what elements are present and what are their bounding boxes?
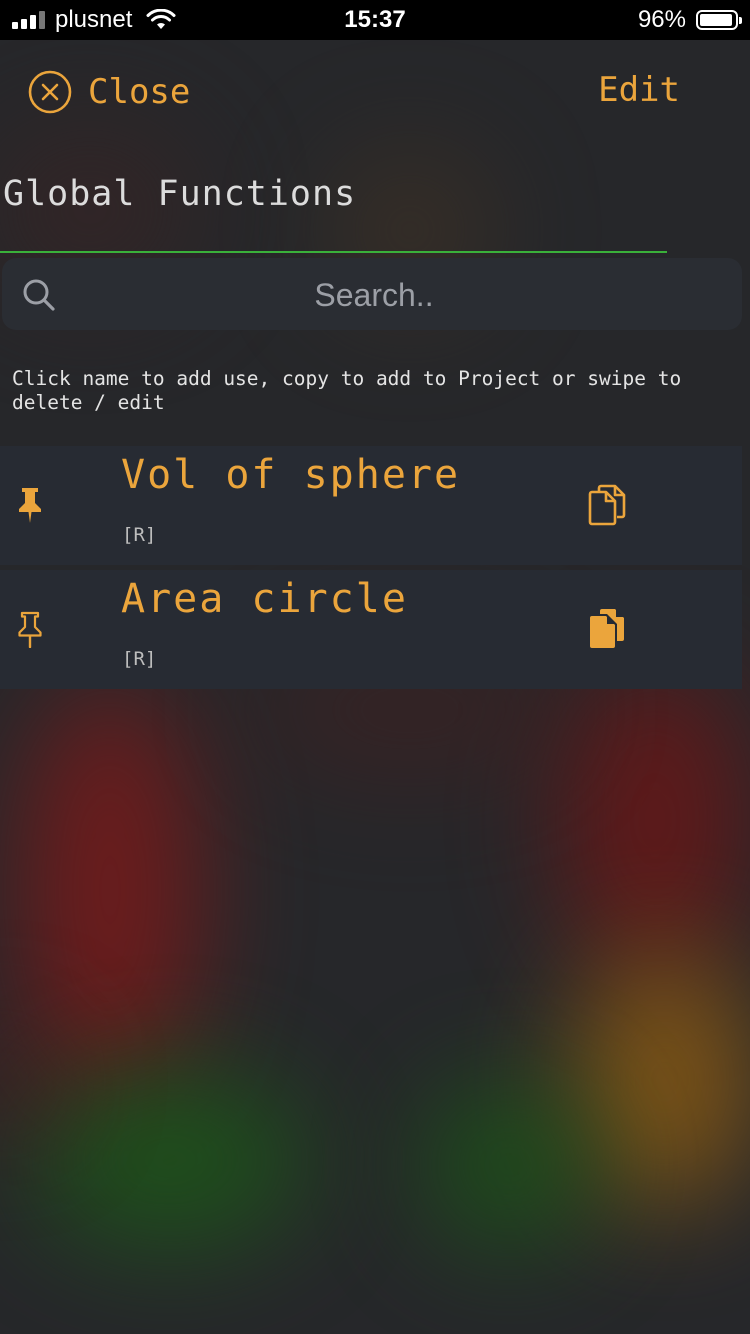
function-row[interactable]: Vol of sphere [R] <box>0 446 742 565</box>
search-input[interactable] <box>72 258 676 332</box>
function-list: Vol of sphere [R] Area circle [R] <box>0 446 742 694</box>
status-bar: plusnet 15:37 96% <box>0 0 750 40</box>
function-tag: [R] <box>122 648 157 670</box>
function-name[interactable]: Vol of sphere <box>121 452 460 498</box>
search-bar[interactable] <box>2 258 742 332</box>
pin-filled-icon[interactable] <box>16 486 44 524</box>
close-label: Close <box>88 72 191 112</box>
function-row[interactable]: Area circle [R] <box>0 570 742 689</box>
nav-header: Close Edit <box>0 40 750 140</box>
function-tag: [R] <box>122 524 157 546</box>
copy-filled-icon[interactable] <box>588 608 626 650</box>
battery-icon <box>696 10 742 30</box>
close-circle-icon <box>28 70 72 114</box>
battery-percentage: 96% <box>637 6 686 33</box>
page-title: Global Functions <box>3 174 357 214</box>
instructions-text: Click name to add use, copy to add to Pr… <box>12 367 682 414</box>
edit-button[interactable]: Edit <box>598 70 680 110</box>
close-button[interactable]: Close <box>28 70 190 114</box>
search-icon <box>23 279 55 311</box>
pin-outline-icon[interactable] <box>16 610 44 648</box>
copy-outline-icon[interactable] <box>588 484 626 526</box>
function-name[interactable]: Area circle <box>121 576 408 622</box>
title-underline <box>0 251 667 253</box>
